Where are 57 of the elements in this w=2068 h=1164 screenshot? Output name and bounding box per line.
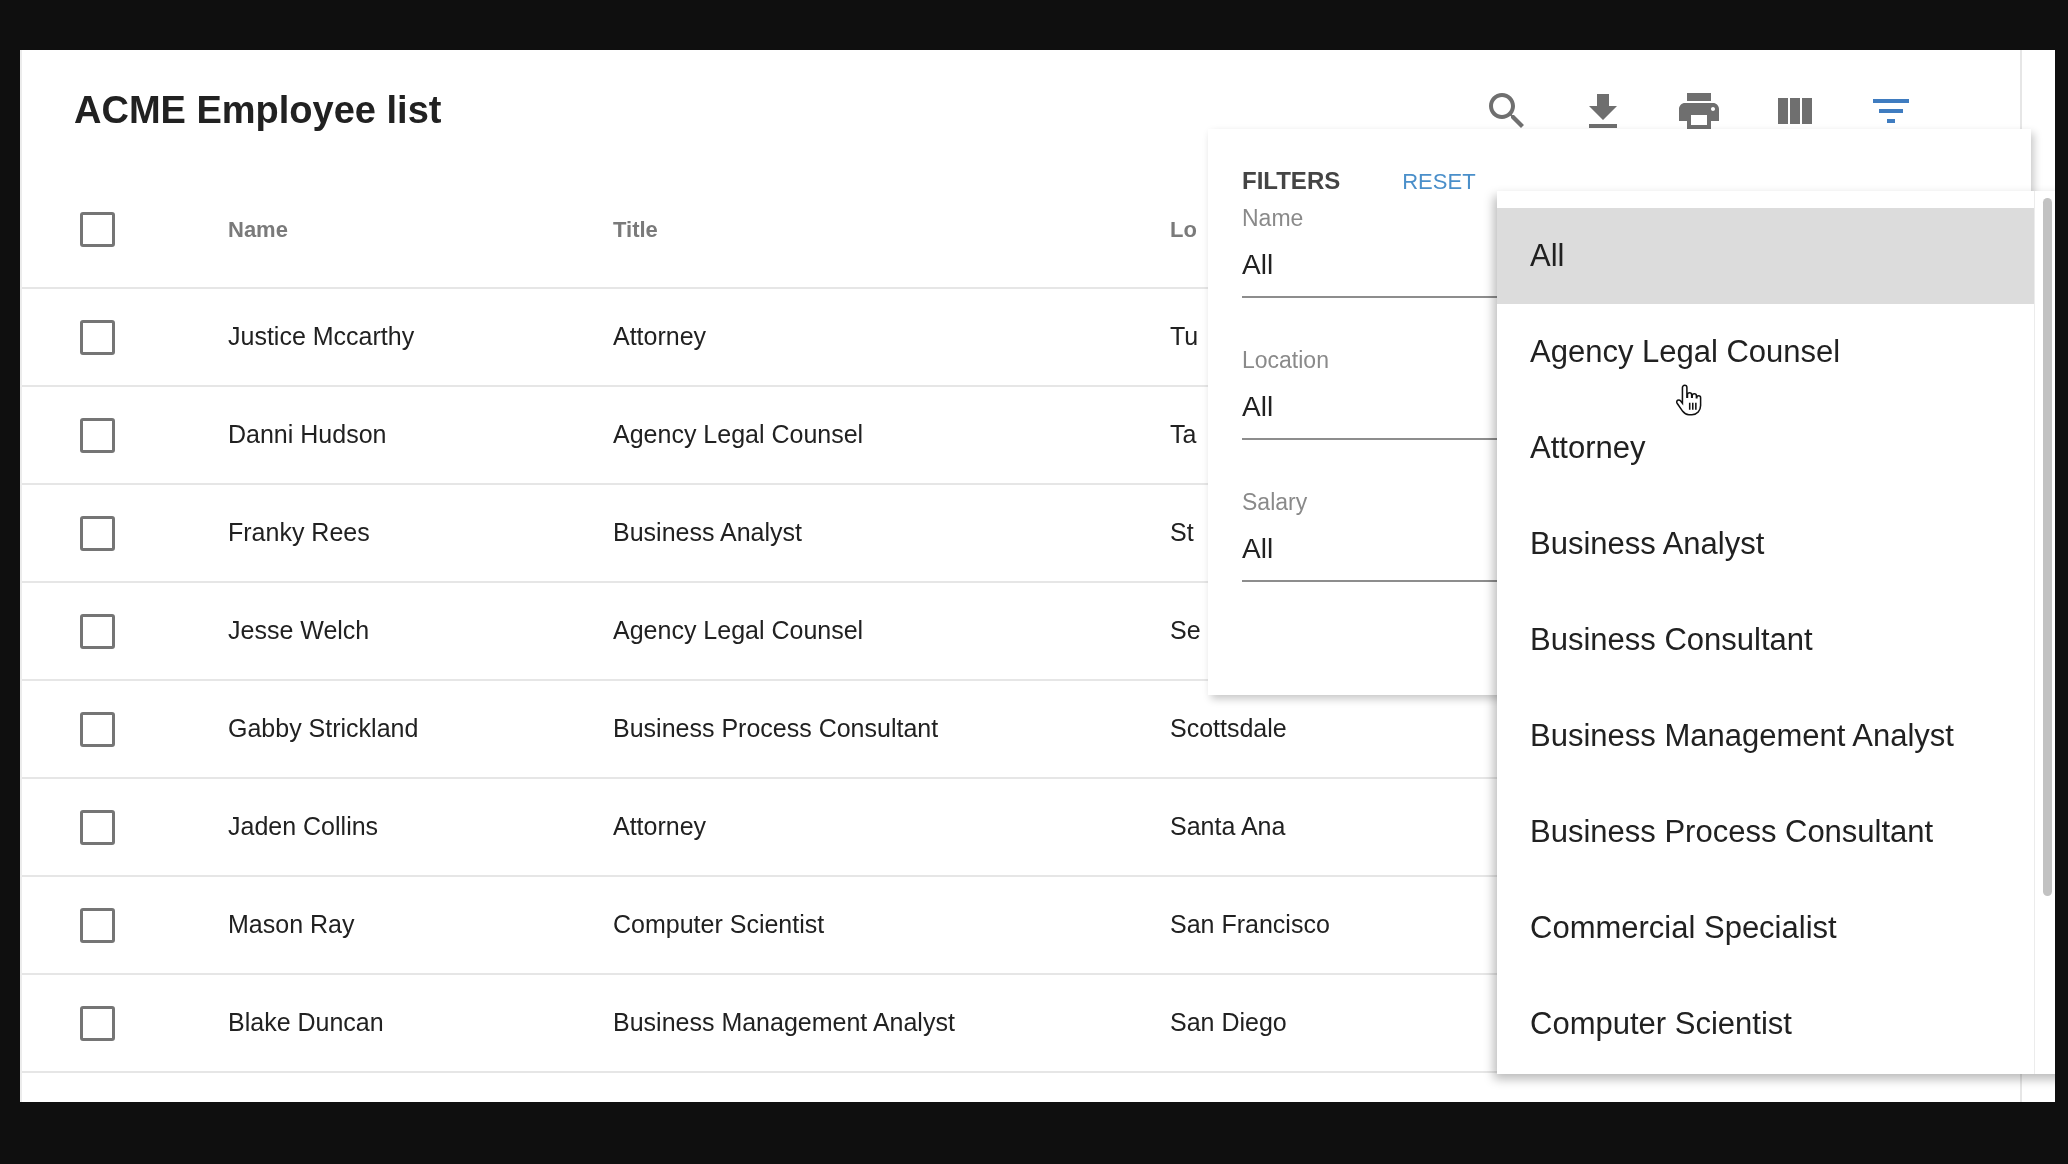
field-label: Location: [1242, 346, 1329, 375]
row-checkbox[interactable]: [80, 319, 115, 355]
row-checkbox[interactable]: [80, 711, 115, 747]
table-cell-text: Business Analyst: [613, 517, 802, 549]
menu-scrollbar[interactable]: [2043, 198, 2052, 896]
table-cell-text: Justice Mccarthy: [228, 321, 415, 353]
table-cell-text: Tu: [1170, 321, 1199, 353]
row-checkbox[interactable]: [80, 417, 115, 453]
menu-option[interactable]: Computer Scientist: [1497, 976, 2034, 1072]
menu-option[interactable]: Business Process Consultant: [1497, 784, 2034, 880]
table-cell-text: Agency Legal Counsel: [613, 615, 864, 647]
filter-icon[interactable]: [1873, 99, 1909, 123]
menu-option[interactable]: Commercial Specialist: [1497, 880, 2034, 976]
menu-option[interactable]: Agency Legal Counsel: [1497, 304, 2034, 400]
menu-option[interactable]: All: [1497, 208, 2034, 304]
table-cell-text: Computer Scientist: [613, 909, 825, 941]
table-cell-text: Attorney: [613, 321, 707, 353]
table-cell-text: Jaden Collins: [228, 811, 379, 843]
menu-option[interactable]: Business Consultant: [1497, 592, 2034, 688]
row-checkbox[interactable]: [80, 809, 115, 845]
row-checkbox[interactable]: [80, 515, 115, 551]
table-cell-text: Se: [1170, 615, 1201, 647]
table-cell-text: Business Process Consultant: [613, 713, 939, 745]
table-cell-text: San Francisco: [1170, 909, 1330, 941]
table-cell-text: St: [1170, 517, 1194, 549]
table-cell-text: Scottsdale: [1170, 713, 1287, 745]
table-cell-text: Danni Hudson: [228, 419, 387, 451]
menu-option[interactable]: Business Management Analyst: [1497, 688, 2034, 784]
field-label: Salary: [1242, 488, 1308, 517]
column-header[interactable]: Title: [613, 213, 658, 246]
search-icon[interactable]: [1489, 93, 1525, 129]
table-cell-text: Jesse Welch: [228, 615, 370, 647]
table-cell-text: Business Management Analyst: [613, 1007, 955, 1039]
column-header[interactable]: Name: [228, 213, 288, 246]
page-title: ACME Employee list: [74, 88, 442, 134]
columns-icon[interactable]: [1778, 98, 1812, 124]
table-cell-text: Ta: [1170, 419, 1197, 451]
table-cell-text: Attorney: [613, 811, 707, 843]
table-cell-text: Blake Duncan: [228, 1007, 384, 1039]
field-label: Name: [1242, 204, 1304, 233]
row-checkbox[interactable]: [80, 613, 115, 649]
row-checkbox[interactable]: [80, 907, 115, 943]
table-cell-text: San Diego: [1170, 1007, 1287, 1039]
printer-icon[interactable]: [1679, 93, 1719, 129]
download-icon[interactable]: [1589, 94, 1617, 128]
hand-cursor-icon: [1676, 384, 1702, 416]
select-all-checkbox[interactable]: [80, 212, 115, 247]
table-cell-text: Santa Ana: [1170, 811, 1286, 843]
table-cell-text: Gabby Strickland: [228, 713, 419, 745]
table-cell-text: Franky Rees: [228, 517, 370, 549]
menu-option[interactable]: Attorney: [1497, 400, 2034, 496]
filters-heading: FILTERS: [1242, 166, 1341, 196]
table-cell-text: Agency Legal Counsel: [613, 419, 864, 451]
table-cell-text: Mason Ray: [228, 909, 355, 941]
menu-option[interactable]: Business Analyst: [1497, 496, 2034, 592]
row-checkbox[interactable]: [80, 1005, 115, 1041]
column-header[interactable]: Lo: [1170, 213, 1197, 246]
